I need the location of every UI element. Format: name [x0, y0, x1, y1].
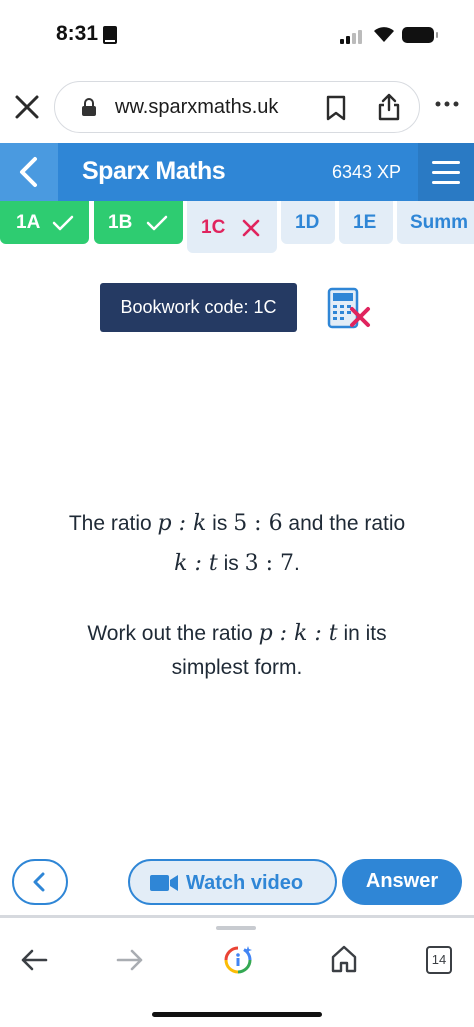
math-expression: p : k: [157, 511, 207, 536]
signal-icon: [340, 28, 366, 44]
book-icon: [103, 26, 117, 44]
app-header: Sparx Maths 6343 XP: [0, 143, 474, 201]
tab-1d[interactable]: 1D: [281, 201, 335, 244]
more-icon[interactable]: [434, 100, 460, 108]
status-time: 8:31: [56, 22, 99, 45]
chevron-left-icon: [20, 157, 37, 187]
lock-icon: [82, 98, 96, 116]
xp-counter: 6343 XP: [332, 162, 402, 182]
calculator-not-allowed-icon: [327, 287, 370, 329]
google-lens-icon[interactable]: [222, 944, 254, 976]
check-icon: [146, 215, 168, 231]
tab-1c[interactable]: 1C: [187, 201, 277, 253]
bookwork-code-text: Bookwork code: 1C: [120, 297, 277, 317]
tab-summary[interactable]: Summ: [397, 201, 474, 244]
forward-arrow-icon[interactable]: [114, 946, 146, 974]
tab-label: 1D: [295, 212, 320, 233]
check-icon: [52, 215, 74, 231]
cross-icon: [242, 219, 260, 237]
question-text: .: [293, 552, 300, 575]
answer-button[interactable]: Answer: [342, 859, 462, 905]
chevron-left-icon: [33, 872, 45, 892]
wifi-icon: [374, 27, 394, 42]
watch-video-label: Watch video: [186, 872, 304, 894]
menu-button[interactable]: [418, 143, 474, 201]
divider: [0, 915, 474, 918]
battery-icon: [402, 27, 438, 43]
tab-1e[interactable]: 1E: [339, 201, 393, 244]
back-button[interactable]: [0, 143, 58, 201]
app-title: Sparx Maths: [82, 157, 226, 185]
question-line-2: k : t is 3 : 7.: [0, 546, 474, 582]
browser-toolbar: ww.sparxmaths.uk: [0, 78, 474, 140]
share-icon[interactable]: [377, 93, 401, 121]
task-tabs: 1A 1B 1C 1D 1E Summ: [0, 201, 474, 257]
math-expression: k : t: [174, 551, 218, 576]
back-arrow-icon[interactable]: [18, 946, 50, 974]
tab-label: 1E: [353, 212, 377, 233]
math-expression: 3 : 7: [244, 551, 294, 576]
tab-switcher-button[interactable]: 14: [426, 946, 452, 974]
tab-label: 1A: [16, 212, 41, 233]
watch-video-button[interactable]: Watch video: [128, 859, 337, 905]
question-text: Work out the ratio: [87, 622, 259, 645]
video-camera-icon: [150, 875, 178, 891]
url-text: ww.sparxmaths.uk: [115, 96, 279, 118]
question-text: in its: [337, 622, 387, 645]
question-line-3: Work out the ratio p : k : t in its: [0, 616, 474, 652]
home-icon[interactable]: [330, 944, 358, 974]
question-line-4: simplest form.: [0, 650, 474, 686]
tab-label: Summ: [410, 212, 469, 233]
math-expression: 5 : 6: [233, 511, 283, 536]
question-text: simplest form.: [171, 656, 303, 679]
previous-button[interactable]: [12, 859, 68, 905]
math-expression: p : k : t: [258, 621, 338, 646]
home-indicator: [152, 1012, 322, 1017]
address-bar[interactable]: ww.sparxmaths.uk: [54, 81, 420, 133]
question-text: and the ratio: [282, 512, 406, 535]
tab-label: 1C: [201, 217, 226, 238]
sheet-handle[interactable]: [216, 926, 256, 930]
close-icon[interactable]: [12, 92, 42, 122]
answer-label: Answer: [365, 870, 439, 892]
question-text: The ratio: [68, 512, 158, 535]
tab-label: 1B: [108, 212, 133, 233]
tab-1b[interactable]: 1B: [94, 201, 183, 244]
status-bar: 8:31: [0, 0, 474, 70]
question-text: is: [206, 512, 234, 535]
question-line-1: The ratio p : k is 5 : 6 and the ratio: [0, 506, 474, 542]
bookmark-icon[interactable]: [325, 95, 347, 121]
question-text: is: [217, 552, 245, 575]
tab-1a[interactable]: 1A: [0, 201, 89, 244]
bookwork-code-badge: Bookwork code: 1C: [100, 283, 297, 332]
